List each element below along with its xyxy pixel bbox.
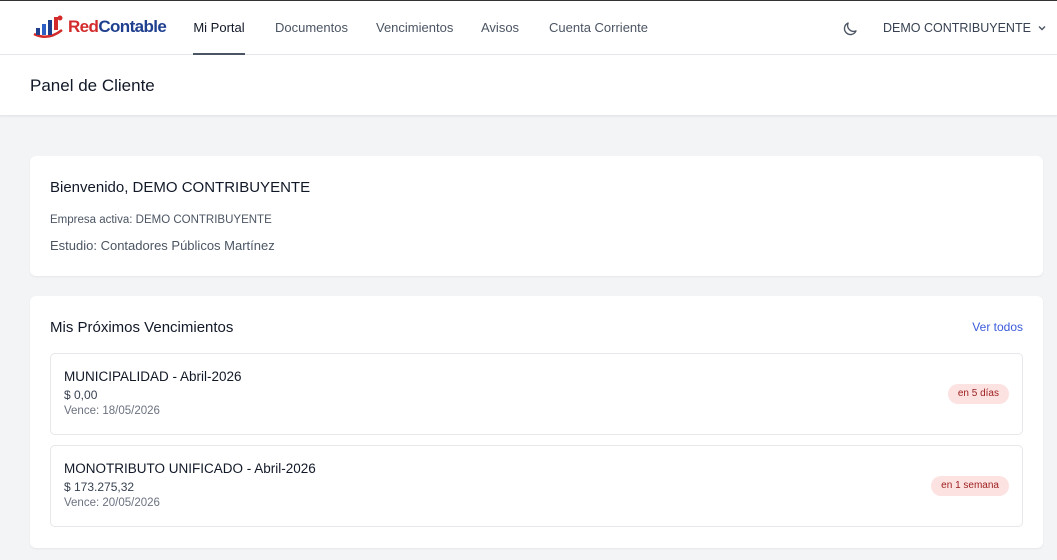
due-item[interactable]: MONOTRIBUTO UNIFICADO - Abril-2026 $ 173…: [50, 445, 1023, 527]
page-title: Panel de Cliente: [30, 76, 155, 95]
moon-icon: [843, 22, 857, 36]
accounting-studio: Estudio: Contadores Públicos Martínez: [50, 238, 275, 253]
active-company: Empresa activa: DEMO CONTRIBUYENTE: [50, 214, 272, 226]
brand-name-part1: Red: [68, 17, 99, 36]
nav-avisos[interactable]: Avisos: [481, 1, 519, 55]
due-item[interactable]: MUNICIPALIDAD - Abril-2026 $ 0,00 Vence:…: [50, 353, 1023, 435]
nav-vencimientos[interactable]: Vencimientos: [376, 1, 453, 55]
top-navbar: RedContable Mi Portal Documentos Vencimi…: [0, 0, 1057, 55]
due-status-badge: en 1 semana: [931, 476, 1009, 496]
user-menu[interactable]: DEMO CONTRIBUYENTE: [883, 1, 1047, 55]
brand-logo[interactable]: RedContable: [31, 14, 167, 40]
nav-mi-portal[interactable]: Mi Portal: [193, 1, 245, 55]
welcome-card: Bienvenido, DEMO CONTRIBUYENTE Empresa a…: [30, 156, 1043, 276]
theme-toggle-button[interactable]: [841, 20, 859, 38]
due-item-name: MUNICIPALIDAD - Abril-2026: [64, 369, 242, 384]
due-item-date: Vence: 18/05/2026: [64, 405, 160, 417]
nav-documentos[interactable]: Documentos: [275, 1, 348, 55]
due-item-amount: $ 173.275,32: [64, 480, 135, 494]
page-header: Panel de Cliente: [0, 55, 1057, 116]
welcome-title: Bienvenido, DEMO CONTRIBUYENTE: [50, 179, 311, 196]
due-dates-title: Mis Próximos Vencimientos: [50, 319, 234, 336]
chevron-down-icon: [1038, 26, 1046, 31]
due-dates-card: Mis Próximos Vencimientos Ver todos MUNI…: [30, 296, 1043, 548]
due-item-name: MONOTRIBUTO UNIFICADO - Abril-2026: [64, 461, 316, 476]
due-item-amount: $ 0,00: [64, 388, 98, 402]
brand-name-part2: Contable: [98, 17, 167, 36]
user-name: DEMO CONTRIBUYENTE: [883, 21, 1031, 35]
due-status-badge: en 5 días: [947, 384, 1009, 404]
brand-name: RedContable: [68, 17, 167, 37]
view-all-link[interactable]: Ver todos: [972, 320, 1023, 334]
nav-cuenta-corriente[interactable]: Cuenta Corriente: [549, 1, 648, 55]
bar-chart-logo-icon: [33, 15, 63, 38]
due-item-date: Vence: 20/05/2026: [64, 497, 160, 509]
